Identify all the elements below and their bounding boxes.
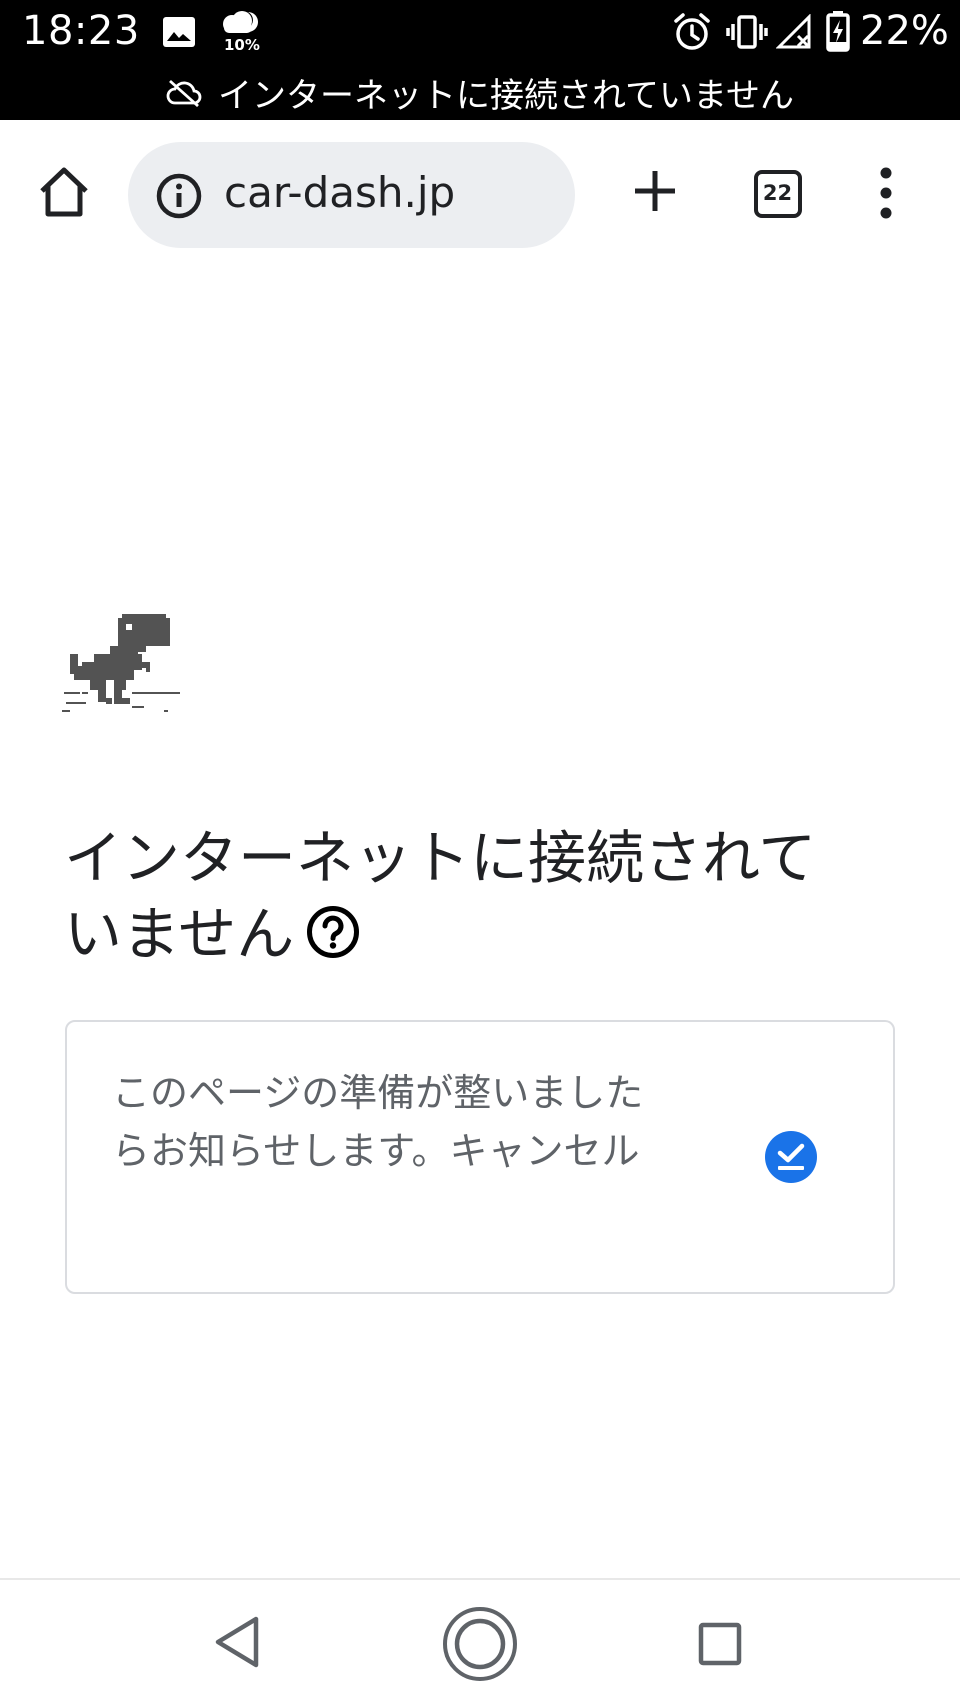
info-icon[interactable] bbox=[156, 173, 202, 219]
offline-banner: インターネットに接続されていません bbox=[0, 68, 960, 118]
help-circle-icon[interactable] bbox=[306, 905, 360, 959]
recents-square-icon[interactable] bbox=[698, 1622, 742, 1666]
dinosaur-icon[interactable] bbox=[62, 614, 182, 734]
battery-percent: 22% bbox=[860, 8, 949, 54]
vibrate-icon bbox=[726, 15, 768, 49]
error-heading: インターネットに接続されていません bbox=[64, 820, 864, 972]
url-bar[interactable]: car-dash.jp bbox=[128, 142, 575, 248]
status-bar: 18:23 10% 22% インターネットに接続されていません bbox=[0, 0, 960, 120]
check-circle-icon[interactable] bbox=[764, 1130, 818, 1184]
alarm-icon bbox=[674, 13, 710, 50]
url-text[interactable]: car-dash.jp bbox=[224, 168, 455, 217]
cloud-off-icon bbox=[166, 79, 202, 107]
battery-charging-icon bbox=[826, 11, 850, 52]
signal-icon bbox=[776, 14, 811, 49]
offline-banner-text: インターネットに接続されていません bbox=[218, 76, 794, 116]
status-time: 18:23 bbox=[22, 8, 140, 54]
weather-percent: 10% bbox=[224, 36, 260, 54]
home-circle-icon[interactable] bbox=[442, 1606, 518, 1682]
home-icon[interactable] bbox=[36, 164, 92, 220]
notify-card[interactable]: このページの準備が整いましたらお知らせします。キャンセル bbox=[65, 1020, 895, 1294]
plus-icon[interactable] bbox=[632, 168, 678, 214]
system-nav-bar bbox=[0, 1578, 960, 1706]
error-heading-text: インターネットに接続されていません bbox=[64, 824, 817, 968]
tab-count: 22 bbox=[762, 181, 793, 205]
browser-toolbar: car-dash.jp 22 bbox=[0, 120, 960, 270]
tab-switcher-button[interactable]: 22 bbox=[754, 170, 802, 218]
image-notification-icon bbox=[163, 17, 195, 47]
back-triangle-icon[interactable] bbox=[212, 1614, 262, 1670]
more-vert-icon[interactable] bbox=[872, 166, 900, 220]
notify-card-text: このページの準備が整いましたらお知らせします。キャンセル bbox=[112, 1071, 644, 1173]
